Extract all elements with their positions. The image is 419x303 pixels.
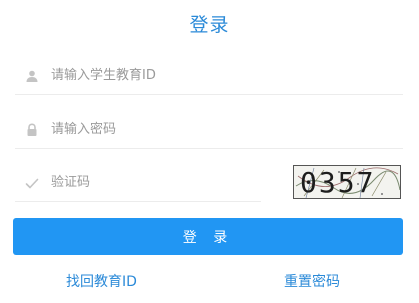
reset-password-link[interactable]: 重置密码 [284,271,340,291]
captcha-input[interactable] [51,171,251,193]
check-icon [25,175,39,189]
user-icon [25,68,39,82]
captcha-text: 0357 [300,165,376,199]
password-field-row [15,110,403,149]
password-input[interactable] [51,118,351,140]
login-page: 登录 请输入学生教育ID 验证码 0357 登 录 找回教育ID 重置密码 [0,0,419,303]
page-title: 登录 [189,14,230,36]
student-id-field-row [15,56,403,95]
student-id-input[interactable] [51,64,351,86]
find-id-link[interactable]: 找回教育ID [66,271,137,291]
lock-icon [25,122,39,136]
captcha-field-row [15,163,261,202]
login-button[interactable]: 登 录 [13,218,403,255]
captcha-image[interactable]: 0357 [293,165,401,199]
